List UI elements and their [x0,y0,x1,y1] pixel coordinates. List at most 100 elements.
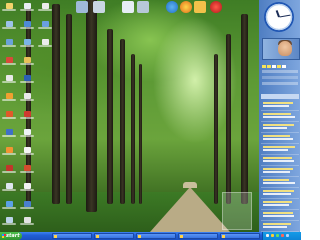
desktop-icon[interactable] [2,128,16,138]
firefox-icon[interactable] [180,1,192,13]
feed-headline [263,113,291,115]
feed-text [263,193,291,195]
desktop-icon[interactable] [2,92,16,102]
tree-trunk [66,14,72,204]
quick-launch-item[interactable] [93,1,105,13]
feed-item[interactable] [261,210,299,221]
icon-label [20,81,34,83]
icon-label [20,117,34,119]
feed-text [263,171,290,173]
desktop-icon[interactable] [2,56,16,66]
gadget-info-row [262,70,298,73]
feed-item[interactable] [261,166,299,177]
tree-trunk [52,4,60,204]
desktop-icon[interactable] [20,38,34,48]
feed-item[interactable] [261,155,299,166]
feed-headline [263,135,290,137]
feed-item[interactable] [261,133,299,144]
tray-icon[interactable] [281,234,284,237]
taskbar-task[interactable] [94,233,134,239]
desktop-icon[interactable] [20,56,34,66]
desktop-icon[interactable] [20,216,34,226]
desktop-icon[interactable] [20,20,34,30]
tray-icon[interactable] [276,234,279,237]
toolbar-button[interactable] [272,65,276,68]
ie-icon[interactable] [166,1,178,13]
feed-item[interactable] [261,221,299,232]
desktop-icon[interactable] [2,182,16,192]
desktop-icon[interactable] [20,92,34,102]
desktop-icon[interactable] [2,2,16,12]
icon-label [20,207,34,209]
app-icon[interactable] [194,1,206,13]
taskbar-task[interactable] [178,233,218,239]
quick-launch-item[interactable] [137,1,149,13]
feed-text [263,116,295,118]
tray-icon[interactable] [286,234,289,237]
icon-label [2,9,16,11]
desktop-icon[interactable] [20,146,34,156]
feed-item[interactable] [261,122,299,133]
toolbar-button[interactable] [277,65,281,68]
desktop-icon[interactable] [2,164,16,174]
feed-item[interactable] [261,188,299,199]
icon-label [2,223,16,225]
taskbar-task[interactable] [220,233,260,239]
start-label: start [6,233,20,239]
desktop-icon[interactable] [2,200,16,210]
icon-label [2,207,16,209]
desktop-widget[interactable] [222,192,252,230]
desktop-icon[interactable] [2,146,16,156]
tray-icon[interactable] [266,234,269,237]
toolbar-button[interactable] [282,65,286,68]
feed-item[interactable] [261,100,299,111]
tree-trunk [214,54,218,204]
icon-label [20,45,34,47]
tree-trunk [107,29,113,204]
desktop-icon[interactable] [20,164,34,174]
desktop-icon[interactable] [20,200,34,210]
feed-item[interactable] [261,111,299,122]
desktop-icon[interactable] [38,2,52,12]
taskbar-task[interactable] [136,233,176,239]
start-button[interactable]: start [0,232,22,240]
opera-icon[interactable] [210,1,222,13]
feed-headline [263,201,292,203]
gadget-toolbar [262,64,298,68]
feed-item[interactable] [261,144,299,155]
icon-label [2,189,16,191]
clock-gadget[interactable] [264,2,294,32]
feed-text [263,204,289,206]
feed-item[interactable] [261,177,299,188]
desktop-icon[interactable] [20,74,34,84]
feed-text [263,105,289,107]
feed-headline [263,146,295,148]
window-icon [180,235,183,238]
desktop-icon[interactable] [38,38,52,48]
icon-label [38,27,52,29]
desktop-icon[interactable] [20,110,34,120]
quick-launch-item[interactable] [76,1,88,13]
desktop-icon[interactable] [2,38,16,48]
feed-text [263,149,288,151]
toolbar-button[interactable] [267,65,271,68]
desktop-icon[interactable] [20,128,34,138]
feed-item[interactable] [261,199,299,210]
icon-label [2,63,16,65]
icon-label [20,135,34,137]
feed-headline [263,190,294,192]
taskbar-task[interactable] [52,233,92,239]
toolbar-button[interactable] [262,65,266,68]
desktop-icon[interactable] [2,20,16,30]
quick-launch-item[interactable] [122,1,134,13]
desktop-icon[interactable] [38,20,52,30]
recycle-bin-icon[interactable] [2,216,16,226]
desktop-icon[interactable] [20,182,34,192]
wallpaper-road [150,187,230,232]
desktop-icon[interactable] [20,2,34,12]
tray-icon[interactable] [271,234,274,237]
icon-label [38,9,52,11]
desktop-icon[interactable] [2,110,16,120]
desktop-icon[interactable] [2,74,16,84]
feed-text [263,182,295,184]
